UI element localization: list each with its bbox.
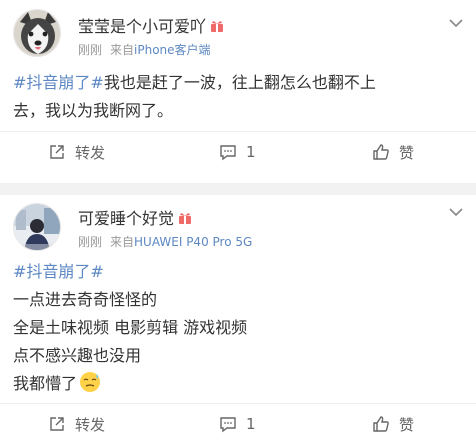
- like-icon: [373, 416, 389, 432]
- emoji-sweat-icon: [80, 372, 101, 392]
- post-meta: 刚刚 来自iPhone客户端: [78, 41, 211, 58]
- content-line: #抖音崩了#: [13, 258, 462, 286]
- source-prefix: 来自: [110, 235, 135, 249]
- more-chevron-icon[interactable]: [448, 18, 464, 28]
- weibo-post-2: 可爱睡个好觉 刚刚 来自HUAWEI P40 Pro 5G #抖音崩了# 一点进去…: [0, 195, 476, 443]
- post-content: #抖音崩了#我也是赶了一波，往上翻怎么也翻不上 去，我以为我断网了。: [13, 69, 462, 125]
- topic-link[interactable]: #抖音崩了#: [13, 262, 104, 281]
- user-name[interactable]: 莹莹是个小可爱吖: [78, 13, 225, 37]
- comment-button[interactable]: 1: [219, 404, 256, 443]
- gift-badge-icon: [211, 21, 224, 32]
- content-line: #抖音崩了#我也是赶了一波，往上翻怎么也翻不上: [13, 73, 376, 92]
- comment-button[interactable]: 1: [219, 132, 256, 172]
- topic-link[interactable]: #抖音崩了#: [13, 73, 104, 92]
- repost-button[interactable]: 转发: [48, 132, 105, 172]
- user-name[interactable]: 可爱睡个好觉: [78, 205, 193, 229]
- husky-avatar: [14, 10, 60, 56]
- content-line: 我都懵了: [13, 370, 462, 398]
- source-link[interactable]: HUAWEI P40 Pro 5G: [134, 235, 252, 249]
- like-icon: [373, 144, 389, 160]
- gift-badge-icon: [179, 213, 192, 224]
- action-bar: 转发 1 赞: [0, 403, 476, 443]
- repost-icon: [50, 145, 64, 159]
- repost-button[interactable]: 转发: [48, 404, 105, 443]
- more-chevron-icon[interactable]: [448, 207, 464, 217]
- content-line: 去，我以为我断网了。: [13, 101, 174, 120]
- post-time: 刚刚: [78, 235, 103, 249]
- source-prefix: 来自: [110, 43, 135, 57]
- content-line: 全是土味视频 电影剪辑 游戏视频: [13, 318, 248, 337]
- like-button[interactable]: 赞: [372, 132, 414, 172]
- post-divider: [0, 183, 476, 195]
- like-button[interactable]: 赞: [372, 404, 414, 443]
- person-avatar: [14, 204, 60, 250]
- source-link[interactable]: iPhone客户端: [134, 43, 211, 57]
- repost-icon: [50, 417, 64, 431]
- post-content: #抖音崩了# 一点进去奇奇怪怪的 全是土味视频 电影剪辑 游戏视频 点不感兴趣也…: [13, 258, 462, 398]
- weibo-post-1: 莹莹是个小可爱吖 刚刚 来自iPhone客户端 #抖音崩了#我也是赶了一波，往上翻…: [0, 0, 476, 183]
- content-line: 一点进去奇奇怪怪的: [13, 290, 158, 309]
- avatar[interactable]: [13, 203, 61, 251]
- comment-icon: [220, 145, 236, 161]
- avatar[interactable]: [13, 9, 61, 57]
- post-time: 刚刚: [78, 43, 103, 57]
- comment-icon: [220, 417, 236, 433]
- content-line: 点不感兴趣也没用: [13, 346, 142, 365]
- post-meta: 刚刚 来自HUAWEI P40 Pro 5G: [78, 233, 252, 250]
- action-bar: 转发 1 赞: [0, 131, 476, 171]
